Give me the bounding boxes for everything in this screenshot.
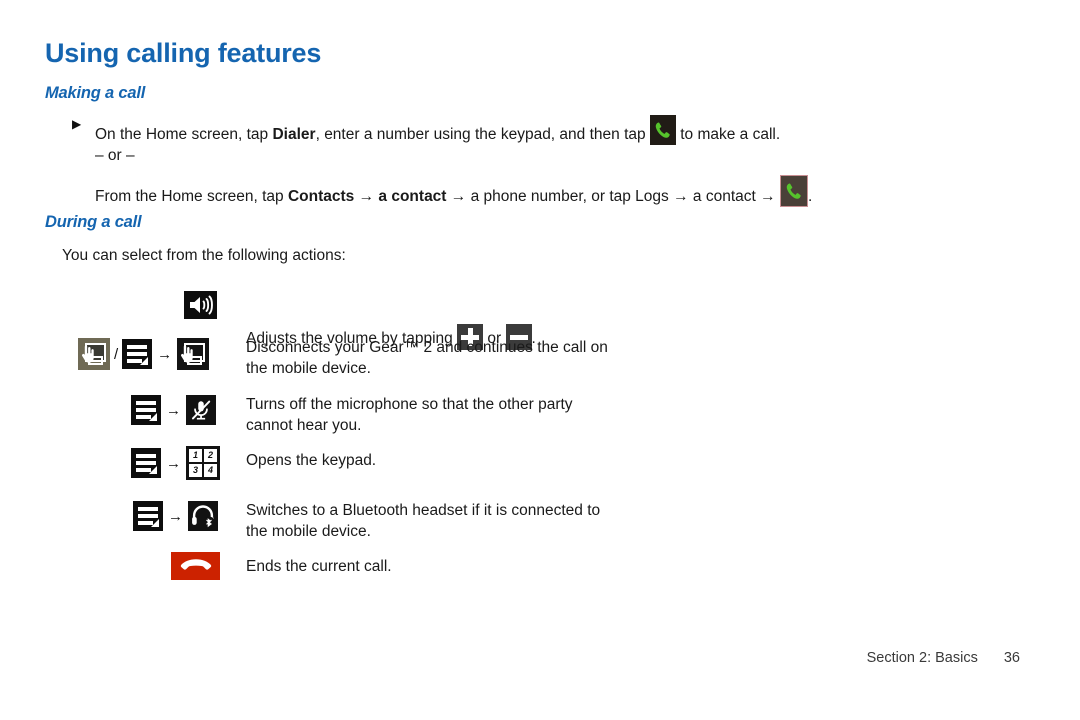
action-icons-end-call <box>171 552 220 580</box>
page-footer: Section 2: Basics 36 <box>0 650 1080 666</box>
action-text-disconnect-gear: Disconnects your Gear™ 2 and continues t… <box>246 339 608 377</box>
text-segment: , enter a number using the keypad, and t… <box>315 126 650 143</box>
green-phone-icon <box>649 115 676 145</box>
bluetooth-headset-icon <box>188 501 218 531</box>
phone-handset-glyph <box>655 122 670 138</box>
page-title: Using calling features <box>45 38 322 68</box>
keypad-digit: 4 <box>203 463 218 478</box>
during-a-call-intro: You can select from the following action… <box>62 247 346 264</box>
footer-section-label: Section 2: Basics <box>866 650 978 666</box>
keypad-digit: 2 <box>203 448 218 463</box>
instruction-line-dialer: On the Home screen, tap Dialer, enter a … <box>95 115 780 145</box>
green-phone-icon <box>779 175 808 207</box>
keypad-digit: 3 <box>188 463 203 478</box>
hand-device-icon <box>78 338 110 370</box>
section-heading-during-a-call: During a call <box>45 213 142 231</box>
end-call-icon <box>171 552 220 580</box>
hand-glyph <box>81 345 94 363</box>
menu-icon <box>131 395 161 425</box>
document-page: Using calling features Making a call ▶ O… <box>0 0 1080 720</box>
mute-mic-icon <box>186 395 216 425</box>
action-icons-disconnect-gear: / → <box>78 338 210 370</box>
bold-dialer-label: Dialer <box>272 126 316 143</box>
arrow-separator: → <box>166 401 181 419</box>
action-text-end-call: Ends the current call. <box>246 558 392 575</box>
arrow-separator: → <box>354 188 379 205</box>
hand-glyph <box>181 345 193 363</box>
action-icons-volume <box>184 291 217 319</box>
action-icons-mute: → <box>131 395 216 425</box>
bold-contacts-label: Contacts <box>287 188 355 205</box>
text-segment: From the Home screen, tap <box>95 188 288 205</box>
phone-handset-glyph <box>786 183 801 199</box>
arrow-separator: → <box>168 507 183 525</box>
instruction-line-contacts: From the Home screen, tap Contacts → a c… <box>95 175 812 207</box>
slash-separator: / <box>114 345 119 363</box>
action-text-keypad: Opens the keypad. <box>246 452 377 469</box>
action-icons-bluetooth-headset: → <box>133 501 218 531</box>
arrow-separator: → <box>157 345 173 363</box>
speaker-icon <box>184 291 217 319</box>
bullet-marker-icon: ▶ <box>72 117 82 131</box>
text-segment: . <box>807 188 813 205</box>
action-text-bluetooth-headset: Switches to a Bluetooth headset if it is… <box>246 502 601 540</box>
text-segment: to make a call. <box>675 126 781 143</box>
text-segment: → a phone number, or tap Logs → a contac… <box>446 188 780 205</box>
end-call-handset-glyph <box>180 559 211 570</box>
hand-device-dark-icon <box>177 338 210 370</box>
menu-icon <box>131 448 161 478</box>
menu-icon <box>133 501 163 531</box>
menu-icon <box>122 339 153 369</box>
section-heading-making-a-call: Making a call <box>45 84 146 102</box>
or-separator: – or – <box>95 147 135 164</box>
headset-bluetooth-glyph <box>192 505 216 528</box>
bold-a-contact-label: a contact <box>378 188 447 205</box>
action-icons-keypad: → 1 2 3 4 <box>131 446 220 480</box>
footer-page-number: 36 <box>1003 650 1020 666</box>
keypad-icon: 1 2 3 4 <box>186 446 220 480</box>
keypad-digit: 1 <box>188 448 203 463</box>
text-segment: On the Home screen, tap <box>95 126 273 143</box>
microphone-slash-glyph <box>191 400 211 420</box>
action-text-mute: Turns off the microphone so that the oth… <box>246 396 573 434</box>
arrow-separator: → <box>166 454 181 472</box>
speaker-glyph <box>190 295 213 315</box>
